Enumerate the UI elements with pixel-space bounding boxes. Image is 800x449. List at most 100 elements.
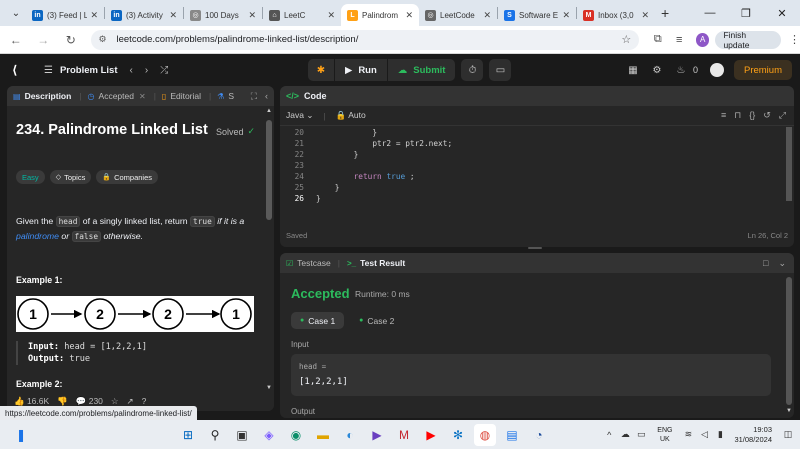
run-button[interactable]: ▶ Run	[335, 59, 387, 81]
browser-tab[interactable]: ◎ 100 Days ✕	[184, 4, 262, 26]
scroll-thumb[interactable]	[266, 120, 272, 220]
browser-tab[interactable]: ◎ LeetCode ✕	[419, 4, 497, 26]
expand-icon[interactable]: □	[763, 258, 768, 269]
task-view-icon[interactable]: ▣	[231, 424, 253, 446]
browser-tab[interactable]: in (3) Activity ✕	[105, 4, 183, 26]
help-icon[interactable]: ?	[142, 396, 147, 406]
leetcode-logo-icon[interactable]: ⟨	[12, 63, 26, 77]
language-indicator[interactable]: ENG UK	[657, 426, 672, 444]
settings-app-icon[interactable]: ◔	[528, 424, 550, 446]
close-tab-icon[interactable]: ✕	[90, 10, 98, 21]
widgets-icon[interactable]: ❚	[10, 424, 32, 446]
expand-icon[interactable]: ⛶	[251, 91, 257, 102]
close-tab-icon[interactable]: ✕	[641, 10, 649, 21]
problem-list-button[interactable]: ☰ Problem List	[44, 65, 118, 76]
tab-search-icon[interactable]: ⌄	[6, 3, 26, 23]
mcafee-icon[interactable]: M	[393, 424, 415, 446]
code-editor[interactable]: 20 } 21 ptr2 = ptr2.next; 22 } 23 24 return …	[280, 127, 784, 212]
volume-icon[interactable]: ◁	[696, 429, 712, 440]
extensions-icon[interactable]: ⧉	[647, 33, 668, 46]
browser-tab[interactable]: S Software E ✕	[498, 4, 576, 26]
bookmark-icon[interactable]: ⊓	[734, 110, 741, 121]
case-1-tab[interactable]: ● Case 1	[291, 312, 345, 329]
browser-menu-icon[interactable]: ⋮	[789, 33, 800, 46]
site-info-icon[interactable]: ⚙	[99, 34, 111, 46]
react-icon[interactable]: ✻	[447, 424, 469, 446]
cloud-icon[interactable]: ☁	[617, 429, 633, 440]
user-avatar[interactable]	[709, 63, 724, 77]
notes-icon[interactable]: ▭	[489, 59, 512, 81]
prev-problem-icon[interactable]: ‹	[130, 65, 133, 76]
store-icon[interactable]: ◐	[339, 424, 361, 446]
search-icon[interactable]: ⚲	[204, 424, 226, 446]
comments-button[interactable]: 💬 230	[76, 396, 103, 407]
language-select[interactable]: Java ⌄	[286, 110, 313, 121]
scroll-up-icon[interactable]: ▲	[266, 108, 272, 114]
collapse-icon[interactable]: ⌄	[778, 258, 786, 269]
premium-button[interactable]: Premium	[733, 60, 792, 80]
problem-title[interactable]: 234. Palindrome Linked List	[16, 122, 208, 138]
like-button[interactable]: 👍 16.6K	[14, 396, 49, 407]
close-tab-icon[interactable]: ✕	[562, 10, 570, 21]
close-tab-icon[interactable]: ✕	[405, 10, 413, 21]
reading-list-icon[interactable]: ≡	[669, 34, 690, 46]
format-icon[interactable]: ≡	[721, 110, 726, 121]
palindrome-link[interactable]: palindrome	[16, 231, 59, 241]
case-2-tab[interactable]: ● Case 2	[350, 312, 403, 329]
notepad-icon[interactable]: ▤	[501, 424, 523, 446]
panel-resize-handle[interactable]	[528, 247, 542, 249]
media-player-icon[interactable]: ▶	[366, 424, 388, 446]
settings-gear-icon[interactable]: ⚙	[647, 65, 667, 76]
result-scroll-thumb[interactable]	[786, 277, 792, 405]
collapse-left-icon[interactable]: ‹	[265, 91, 268, 102]
result-scrollbar[interactable]: ▼	[784, 273, 794, 418]
close-tab-icon[interactable]: ✕	[169, 10, 177, 21]
tab-solutions[interactable]: ⚗ S	[217, 91, 234, 101]
finish-update-button[interactable]: Finish update	[715, 30, 781, 50]
tab-editorial[interactable]: ▯ Editorial	[162, 91, 201, 101]
battery-level-icon[interactable]: ▮	[712, 429, 728, 440]
dislike-icon[interactable]: 👎	[57, 396, 68, 407]
companies-tag[interactable]: 🔒 Companies	[96, 170, 158, 184]
close-tab-icon[interactable]: ✕	[483, 10, 491, 21]
next-problem-icon[interactable]: ›	[145, 65, 148, 76]
topics-tag[interactable]: ◇ Topics	[49, 170, 92, 184]
browser-tab[interactable]: in (3) Feed | L ✕	[26, 4, 104, 26]
notifications-icon[interactable]: ◫	[780, 429, 796, 440]
wifi-icon[interactable]: ≋	[680, 429, 696, 440]
browser-tab[interactable]: ⌂ LeetC ✕	[263, 4, 341, 26]
close-tab-icon[interactable]: ✕	[248, 10, 256, 21]
forward-icon[interactable]: →	[32, 28, 56, 52]
profile-avatar[interactable]: A	[695, 32, 710, 47]
reset-icon[interactable]: ↺	[763, 110, 771, 121]
shuffle-icon[interactable]: ⤮	[160, 65, 168, 76]
tab-description[interactable]: ▤ Description	[13, 91, 71, 101]
tab-test-result[interactable]: >_ Test Result	[347, 258, 405, 268]
chrome-icon[interactable]: ◍	[474, 423, 496, 446]
scroll-down-icon[interactable]: ▼	[786, 408, 792, 414]
file-explorer-icon[interactable]: ▬	[312, 424, 334, 446]
code-scrollbar[interactable]	[784, 127, 794, 212]
maximize-icon[interactable]: ❐	[728, 0, 764, 26]
streak-fire-icon[interactable]: ♨	[671, 65, 691, 76]
close-window-icon[interactable]: ✕	[764, 0, 800, 26]
close-tab-icon[interactable]: ✕	[327, 10, 335, 21]
description-scrollbar[interactable]: ▲ ▼	[264, 106, 274, 391]
bookmark-star-icon[interactable]: ☆	[621, 33, 631, 46]
close-tab-icon[interactable]: ✕	[139, 92, 146, 101]
timer-icon[interactable]: ⏱	[461, 59, 484, 81]
debug-icon[interactable]: ✱	[308, 59, 334, 81]
start-windows-icon[interactable]: ⊞	[177, 424, 199, 446]
copilot-icon[interactable]: ◈	[258, 424, 280, 446]
back-icon[interactable]: ←	[4, 28, 28, 52]
tray-overflow-icon[interactable]: ^	[601, 430, 617, 440]
address-bar[interactable]: ⚙ leetcode.com/problems/palindrome-linke…	[90, 29, 640, 50]
tab-accepted[interactable]: ◷ Accepted ✕	[88, 91, 146, 101]
clock[interactable]: 19:03 31/08/2024	[734, 425, 772, 445]
tab-testcase[interactable]: ☑ Testcase	[286, 258, 331, 268]
minimize-icon[interactable]: —	[692, 0, 728, 26]
edge-icon[interactable]: ◉	[285, 424, 307, 446]
submit-button[interactable]: ☁ Submit	[387, 59, 456, 81]
layout-icon[interactable]: ▦	[623, 65, 643, 76]
share-icon[interactable]: ↗	[127, 396, 134, 407]
